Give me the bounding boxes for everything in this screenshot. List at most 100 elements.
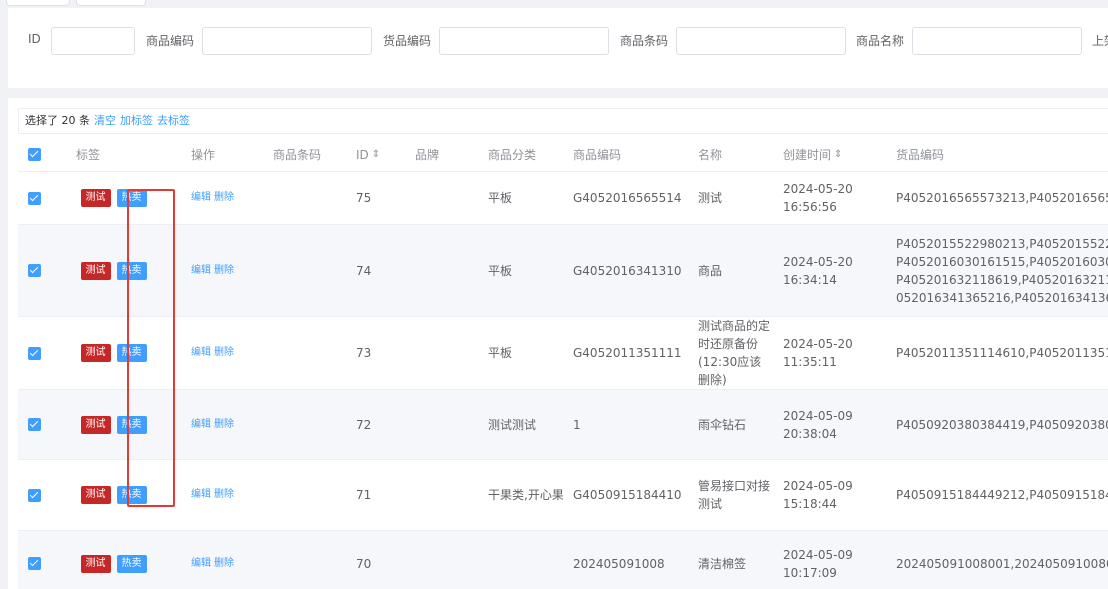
delete-link[interactable]: 删除 xyxy=(214,189,234,207)
header-id[interactable]: ID ⇕ xyxy=(346,138,401,171)
filter-input-product-code[interactable] xyxy=(202,27,372,55)
tag-hot: 热卖 xyxy=(116,486,147,504)
filter-input-product-name[interactable] xyxy=(912,27,1082,55)
row-ops: 编辑 删除 xyxy=(175,225,263,316)
cell-category: 平板 xyxy=(488,263,513,278)
cell-created: 2024-05-09 15:18:44 xyxy=(783,479,853,511)
filter-label-barcode: 商品条码 xyxy=(620,34,669,48)
row-select-cell xyxy=(18,225,58,316)
tag-hot: 热卖 xyxy=(116,344,147,362)
cell-id: 73 xyxy=(356,346,372,360)
cell-created: 2024-05-09 20:38:04 xyxy=(783,408,853,441)
cell-goods-code: P4050920380384419,P4050920380 xyxy=(896,417,1108,432)
row-checkbox[interactable] xyxy=(28,191,41,205)
row-checkbox[interactable] xyxy=(28,557,41,570)
header-goods-code: 货品编码 xyxy=(896,147,945,162)
row-select-cell xyxy=(18,460,58,530)
tag-test: 测试 xyxy=(80,261,111,280)
cell-brand xyxy=(401,225,478,316)
cell-id: 72 xyxy=(356,417,372,432)
cell-goods-code: P4052016565573213,P4052016565 xyxy=(896,191,1108,205)
edit-link[interactable]: 编辑 xyxy=(191,486,211,504)
cell-code: G4050915184410 xyxy=(573,488,682,502)
delete-link[interactable]: 删除 xyxy=(214,344,234,362)
selection-count: 选择了 20 条 xyxy=(25,114,90,127)
cell-barcode xyxy=(263,531,346,589)
add-tag-link[interactable]: 加标签 xyxy=(120,114,153,127)
table-row: 测试 热卖 编辑 删除 74 平板 G4052016341310 商品 2024-05-20 1… xyxy=(18,225,1108,317)
row-ops: 编辑 删除 xyxy=(175,172,263,224)
table-row: 测试 热卖 编辑 删除 73 平板 G4052011351111 测试商品的定时还原备份(12… xyxy=(18,317,1108,390)
header-category: 商品分类 xyxy=(488,147,537,162)
cell-barcode xyxy=(263,317,346,389)
delete-link[interactable]: 删除 xyxy=(214,262,234,280)
header-created-label: 创建时间 xyxy=(783,147,832,162)
edit-link[interactable]: 编辑 xyxy=(191,189,211,207)
row-checkbox[interactable] xyxy=(28,346,41,360)
cell-brand xyxy=(401,531,478,589)
remove-tag-link[interactable]: 去标签 xyxy=(157,114,190,127)
clear-selection-link[interactable]: 清空 xyxy=(94,114,116,127)
cell-barcode xyxy=(263,460,346,530)
delete-link[interactable]: 删除 xyxy=(214,416,234,434)
cell-created: 2024-05-09 10:17:09 xyxy=(783,547,853,580)
tag-hot: 热卖 xyxy=(116,189,147,207)
top-tab-1[interactable] xyxy=(6,0,70,6)
table-header-row: 标签 操作 商品条码 ID ⇕ 品牌 商品分类 商品编码 名称 创建时间 ⇕ 货品编… xyxy=(18,138,1108,172)
cell-code: 1 xyxy=(573,417,581,432)
cell-name: 雨伞钻石 xyxy=(698,417,747,432)
filter-panel: ID 商品编码 货品编码 商品条码 商品名称 上架 xyxy=(8,8,1108,88)
delete-link[interactable]: 删除 xyxy=(214,555,234,573)
edit-link[interactable]: 编辑 xyxy=(191,555,211,573)
filter-label-goods-code: 货品编码 xyxy=(383,34,432,48)
row-checkbox[interactable] xyxy=(28,264,41,277)
cell-id: 71 xyxy=(356,488,372,502)
sort-icon[interactable]: ⇕ xyxy=(834,146,842,164)
cell-id: 75 xyxy=(356,191,372,205)
filter-label-product-name: 商品名称 xyxy=(856,34,905,48)
header-ops: 操作 xyxy=(191,147,216,162)
cell-category: 平板 xyxy=(488,191,513,205)
cell-brand xyxy=(401,460,478,530)
cell-id: 70 xyxy=(356,556,372,571)
row-tags: 测试 热卖 xyxy=(58,531,175,589)
row-ops: 编辑 删除 xyxy=(175,390,263,459)
header-product-code: 商品编码 xyxy=(573,147,622,162)
row-checkbox[interactable] xyxy=(28,488,41,502)
cell-code: G4052011351111 xyxy=(573,346,682,360)
cell-goods-code: P4052015522980213,P40520155229 P40520160… xyxy=(896,236,1108,305)
tag-hot: 热卖 xyxy=(116,415,147,434)
top-tab-2[interactable] xyxy=(76,0,146,6)
sort-icon[interactable]: ⇕ xyxy=(372,146,380,164)
filter-input-goods-code[interactable] xyxy=(439,27,609,55)
top-tab-strip xyxy=(0,0,1108,6)
header-tags: 标签 xyxy=(76,147,101,162)
cell-category: 干果类,开心果 xyxy=(488,488,563,502)
row-tags: 测试 热卖 xyxy=(58,172,175,224)
cell-name: 清洁棉签 xyxy=(698,556,747,571)
header-created[interactable]: 创建时间 ⇕ xyxy=(773,138,886,171)
header-barcode: 商品条码 xyxy=(273,147,322,162)
cell-code: G4052016341310 xyxy=(573,263,682,278)
table-row: 测试 热卖 编辑 删除 75 平板 G4052016565514 测试 2024-05-20 1… xyxy=(18,172,1108,225)
delete-link[interactable]: 删除 xyxy=(214,486,234,504)
edit-link[interactable]: 编辑 xyxy=(191,262,211,280)
tag-test: 测试 xyxy=(80,344,111,362)
row-ops: 编辑 删除 xyxy=(175,317,263,389)
cell-created: 2024-05-20 16:56:56 xyxy=(783,182,853,214)
edit-link[interactable]: 编辑 xyxy=(191,344,211,362)
filter-input-id[interactable] xyxy=(51,27,135,55)
edit-link[interactable]: 编辑 xyxy=(191,416,211,434)
tag-test: 测试 xyxy=(80,189,111,207)
cell-code: 202405091008 xyxy=(573,556,665,571)
row-checkbox[interactable] xyxy=(28,418,41,431)
row-select-cell xyxy=(18,172,58,224)
table-panel: 选择了 20 条清空 加标签 去标签 标签 操作 商品条码 ID ⇕ 品牌 商品分类 … xyxy=(8,98,1108,589)
table-row: 测试 热卖 编辑 删除 70 202405091008 清洁棉签 2024-05-09 10:… xyxy=(18,531,1108,589)
row-tags: 测试 热卖 xyxy=(58,460,175,530)
cell-barcode xyxy=(263,225,346,316)
cell-goods-code: P4052011351114610,P4052011351 xyxy=(896,346,1108,360)
row-tags: 测试 热卖 xyxy=(58,225,175,316)
filter-input-barcode[interactable] xyxy=(676,27,846,55)
select-all-checkbox[interactable] xyxy=(28,148,41,161)
